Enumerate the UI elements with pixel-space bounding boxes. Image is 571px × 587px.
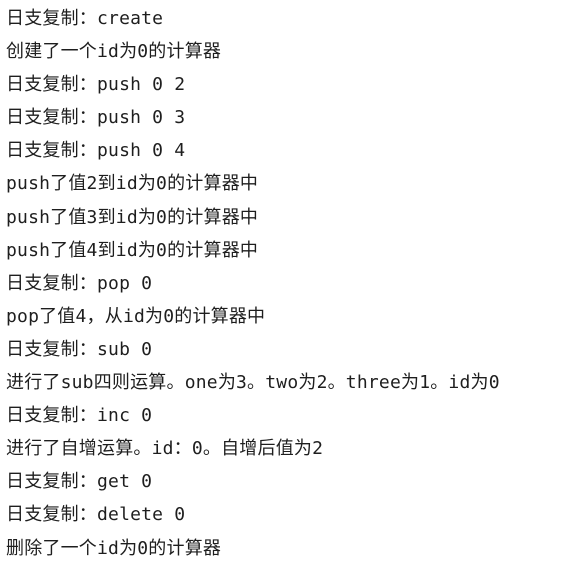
console-line: 创建了一个id为0的计算器 [6,41,222,63]
console-line: 日支复制：push 0 3 [6,107,186,129]
console-line: 日支复制：inc 0 [6,405,153,427]
console-line: 日支复制：get 0 [6,471,153,493]
console-output: 日支复制：create 创建了一个id为0的计算器 日支复制：push 0 2 … [0,0,571,587]
console-line: 日支复制：push 0 4 [6,140,186,162]
console-line: push了值3到id为0的计算器中 [6,206,259,228]
console-line: 删除了一个id为0的计算器 [6,537,222,559]
console-line: push了值4到id为0的计算器中 [6,239,259,261]
console-line: 进行了sub四则运算。one为3。two为2。three为1。id为0 [6,372,500,394]
console-line: 日支复制：pop 0 [6,272,153,294]
console-line: 日支复制：push 0 2 [6,74,186,96]
console-line: 日支复制：create [6,8,164,29]
console-line: pop了值4，从id为0的计算器中 [6,305,266,327]
console-line: 日支复制：sub 0 [6,338,153,360]
console-line: 进行了自增运算。id：0。自增后值为2 [6,438,324,460]
console-line: 日支复制：delete 0 [6,504,186,526]
console-line: push了值2到id为0的计算器中 [6,173,259,195]
